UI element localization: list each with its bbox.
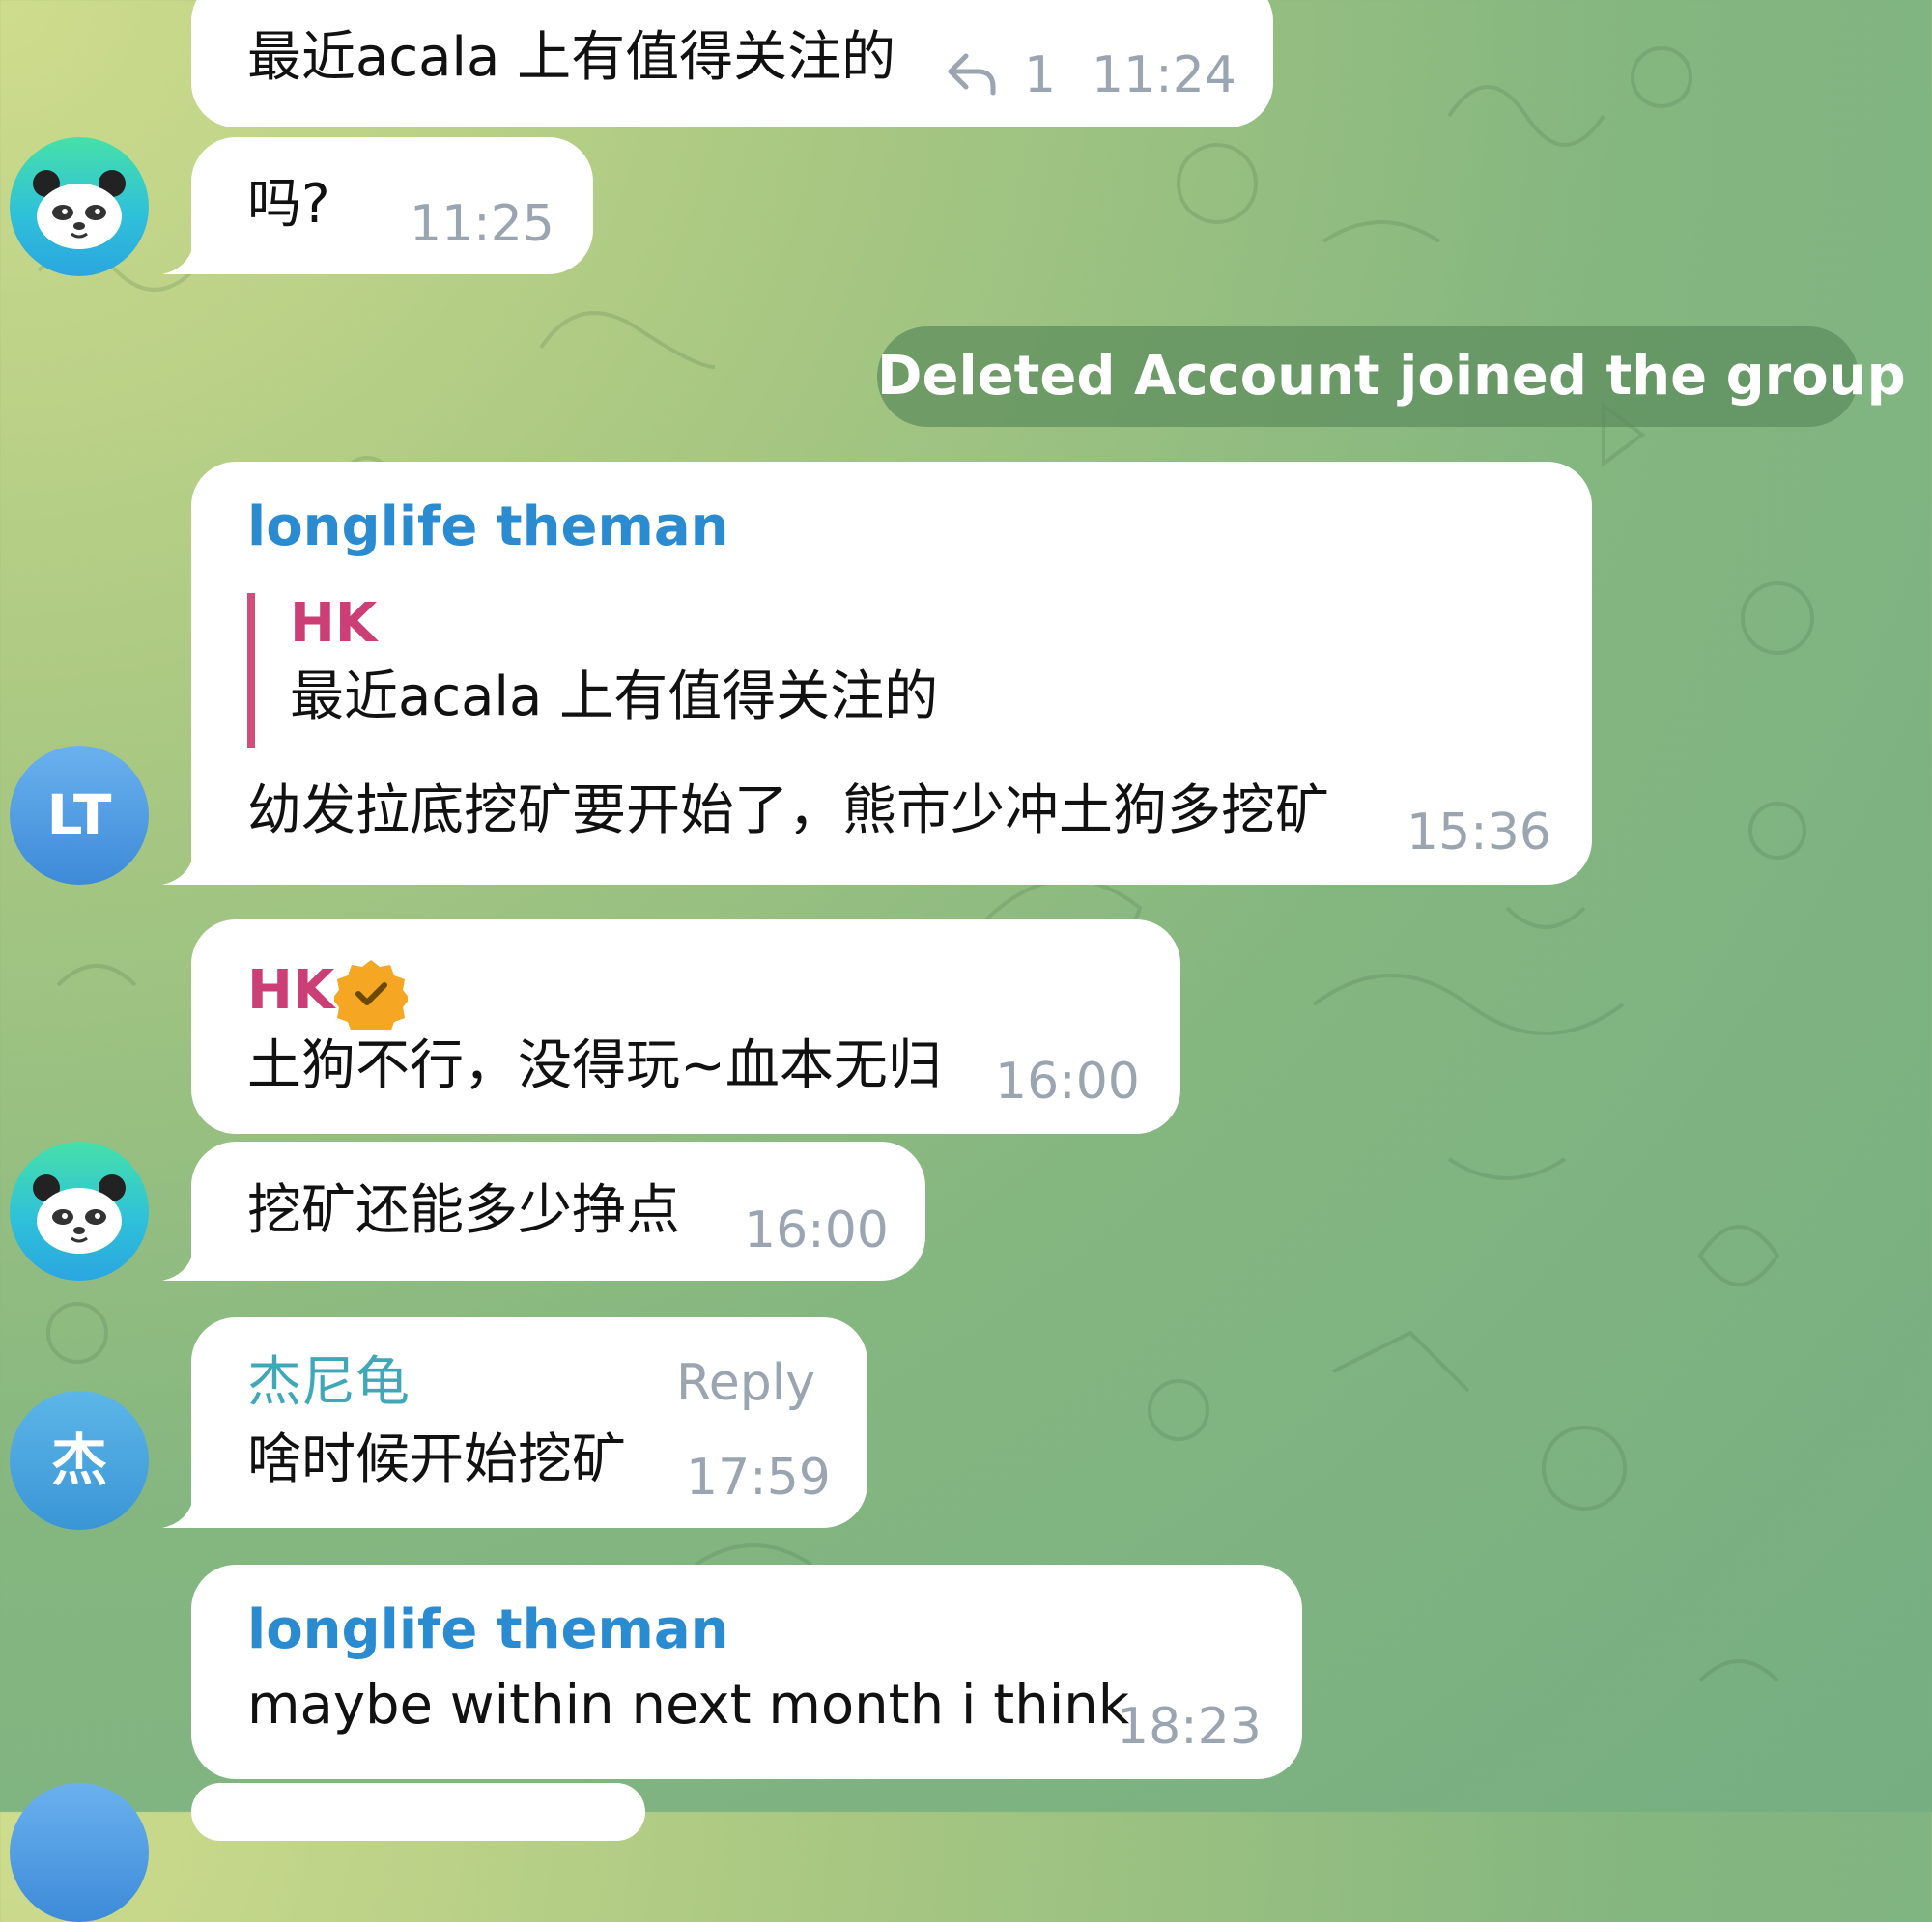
message-text: maybe within next month i think	[247, 1674, 1130, 1737]
reply-count[interactable]: 1	[1024, 46, 1056, 104]
verified-badge-icon	[334, 960, 408, 1030]
message-text: 土狗不行，没得玩~血本无归	[247, 1034, 942, 1097]
message-bubble[interactable]	[191, 1783, 645, 1841]
quoted-text: 最近acala 上有值得关注的	[290, 665, 939, 728]
reply-icon[interactable]	[945, 50, 999, 97]
message-bubble[interactable]: 杰尼龟 Reply 啥时候开始挖矿 17:59	[162, 1317, 867, 1528]
message-text: 啥时候开始挖矿	[247, 1428, 626, 1491]
avatar-initials: LT	[46, 782, 112, 848]
message-text: 挖矿还能多少挣点	[247, 1179, 680, 1242]
message-bubble[interactable]: 最近acala 上有值得关注的 1 11:24	[191, 0, 1273, 127]
message-text: 吗?	[247, 173, 330, 236]
message-time: 18:23	[1117, 1698, 1262, 1756]
avatar-initials: 杰	[50, 1427, 107, 1493]
panda-avatar-icon[interactable]	[10, 1142, 149, 1281]
message-bubble[interactable]: 挖矿还能多少挣点 16:00	[162, 1142, 925, 1281]
sender-name[interactable]: longlife theman	[247, 496, 728, 558]
bubble-tail	[162, 1499, 193, 1528]
message-text: 幼发拉底挖矿要开始了，熊市少冲土狗多挖矿	[247, 779, 1329, 842]
bubble-tail	[162, 245, 193, 274]
bubble-tail	[162, 1252, 193, 1281]
message-bubble[interactable]: longlife theman maybe within next month …	[191, 1565, 1302, 1779]
panda-avatar-icon[interactable]	[10, 137, 149, 276]
sender-name[interactable]: 杰尼龟	[247, 1352, 410, 1414]
bubble-tail	[162, 856, 193, 885]
sender-name[interactable]: longlife theman	[247, 1599, 728, 1661]
avatar[interactable]: 杰	[10, 1391, 149, 1530]
message-time: 16:00	[995, 1053, 1140, 1111]
sender-name[interactable]: HK	[247, 960, 334, 1022]
service-message-text: Deleted Account joined the group	[877, 345, 1906, 408]
message-time: 11:24	[1092, 46, 1236, 104]
avatar[interactable]: LT	[10, 746, 149, 885]
message-time: 11:25	[410, 195, 554, 253]
message-bubble[interactable]: HK 土狗不行，没得玩~血本无归 16:00	[191, 919, 1180, 1134]
message-time: 16:00	[744, 1201, 889, 1259]
service-message: Deleted Account joined the group	[877, 326, 1906, 427]
quoted-author: HK	[290, 592, 378, 655]
quoted-message[interactable]: HK 最近acala 上有值得关注的	[247, 593, 1221, 748]
avatar[interactable]	[10, 1783, 149, 1922]
message-bubble[interactable]: 吗? 11:25	[162, 137, 593, 274]
message-bubble[interactable]: longlife theman HK 最近acala 上有值得关注的 幼发拉底挖…	[162, 462, 1592, 885]
message-time: 17:59	[686, 1449, 831, 1507]
message-time: 15:36	[1406, 804, 1551, 862]
message-text: 最近acala 上有值得关注的	[247, 26, 896, 89]
reply-button[interactable]: Reply	[676, 1354, 815, 1412]
